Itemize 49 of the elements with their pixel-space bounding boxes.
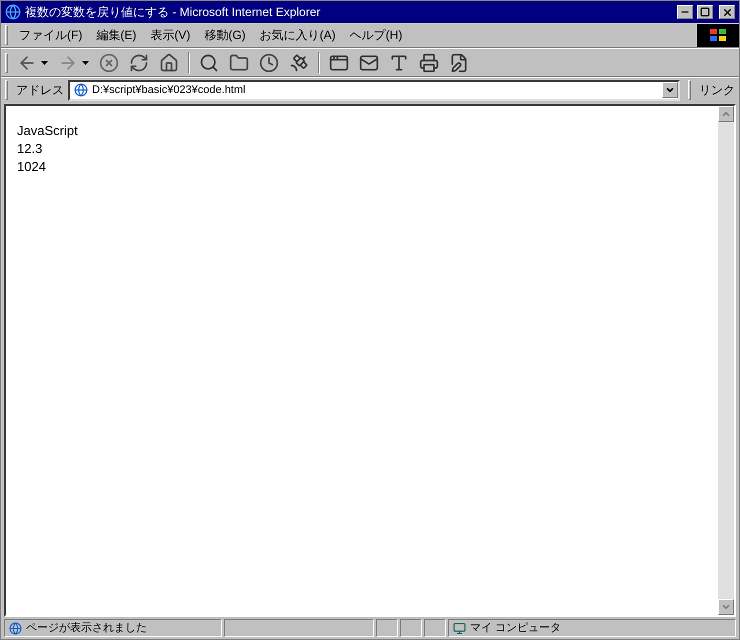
search-icon [199,52,219,72]
toolbar-separator [318,52,320,74]
dropdown-arrow-icon [41,60,48,64]
minimize-button[interactable] [677,5,693,19]
close-button[interactable] [719,5,735,19]
window-title: 複数の変数を戻り値にする - Microsoft Internet Explorer [25,4,322,21]
windows-logo-icon [697,24,739,46]
address-field[interactable]: D:¥script¥basic¥023¥code.html [68,80,680,100]
address-label: アドレス [16,82,64,99]
status-text: ページが表示されました [26,620,147,636]
computer-icon [453,622,466,634]
zone-text: マイ コンピュータ [470,620,562,636]
menu-item[interactable]: お気に入り(A) [252,26,343,44]
printer-icon [419,52,439,72]
home-icon [159,52,179,72]
mail-icon [359,52,379,72]
page-icon [74,83,88,97]
clock-icon [259,52,279,72]
status-pane [376,619,398,637]
status-pane [424,619,446,637]
close-icon [722,6,732,18]
satellite-icon [289,52,309,72]
menu-item[interactable]: 移動(G) [197,26,253,44]
refresh-icon [129,52,149,72]
stop-icon [99,52,119,72]
menu-item[interactable]: 編集(E) [89,26,144,44]
dropdown-arrow-icon [82,60,89,64]
address-text: D:¥script¥basic¥023¥code.html [92,82,246,98]
scrollbar[interactable] [718,106,734,615]
content-text: 12.3 [17,140,42,158]
page-icon [9,622,22,634]
folder-icon [229,52,249,72]
maximize-icon [700,7,710,17]
toolbar-separator [188,52,190,74]
menu-item[interactable]: ファイル(F) [12,26,90,44]
maximize-button[interactable] [697,5,713,19]
content-text: 1024 [17,158,46,176]
links-button[interactable]: リンク [699,81,739,99]
status-pane [400,619,422,637]
menu-item[interactable]: ヘルプ(H) [342,26,410,44]
window-icon [329,52,349,72]
menu-item[interactable]: 表示(V) [143,26,198,44]
edit-icon [449,52,469,72]
content-text: JavaScript [17,122,78,140]
scroll-up-button[interactable] [718,106,734,122]
dropdown-button[interactable] [662,82,678,98]
font-icon [389,52,409,72]
browser-icon [5,4,21,20]
scroll-down-button[interactable] [718,599,734,615]
